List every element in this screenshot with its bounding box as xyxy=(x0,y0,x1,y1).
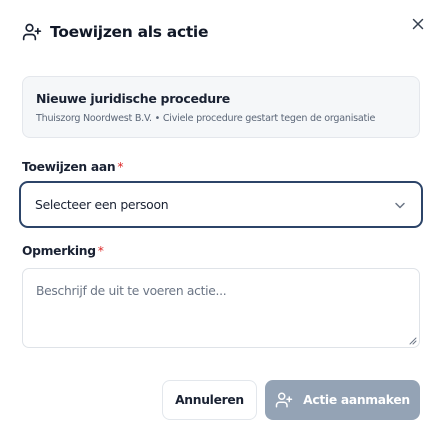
assignee-select[interactable]: Selecteer een persoon xyxy=(19,181,423,228)
create-action-button[interactable]: Actie aanmaken xyxy=(265,380,420,420)
required-mark: * xyxy=(97,244,104,258)
chevron-down-icon xyxy=(393,198,407,212)
user-plus-icon xyxy=(275,391,293,409)
case-name: Nieuwe juridische procedure xyxy=(36,91,230,106)
case-info-card: Nieuwe juridische procedure Thuiszorg No… xyxy=(22,76,420,138)
close-button[interactable] xyxy=(409,15,427,33)
remark-label-text: Opmerking xyxy=(22,244,96,258)
remark-textarea[interactable]: Beschrijf de uit te voeren actie... xyxy=(22,268,420,348)
resize-grip-icon[interactable] xyxy=(408,336,417,345)
required-mark: * xyxy=(117,160,124,174)
dialog-title: Toewijzen als actie xyxy=(50,23,209,41)
case-details: Thuiszorg Noordwest B.V. • Civiele proce… xyxy=(36,113,376,124)
user-plus-icon xyxy=(22,22,42,42)
remark-label: Opmerking * xyxy=(22,244,104,258)
close-icon xyxy=(412,18,424,30)
dialog-header: Toewijzen als actie xyxy=(22,22,208,42)
remark-placeholder: Beschrijf de uit te voeren actie... xyxy=(36,284,227,298)
assign-label: Toewijzen aan * xyxy=(22,160,123,174)
assign-action-dialog: Toewijzen als actie Nieuwe juridische pr… xyxy=(0,0,445,438)
cancel-button[interactable]: Annuleren xyxy=(162,380,257,420)
cancel-button-label: Annuleren xyxy=(175,393,244,407)
create-action-button-label: Actie aanmaken xyxy=(303,393,410,407)
assignee-select-value: Selecteer een persoon xyxy=(35,197,169,212)
assign-label-text: Toewijzen aan xyxy=(22,160,116,174)
